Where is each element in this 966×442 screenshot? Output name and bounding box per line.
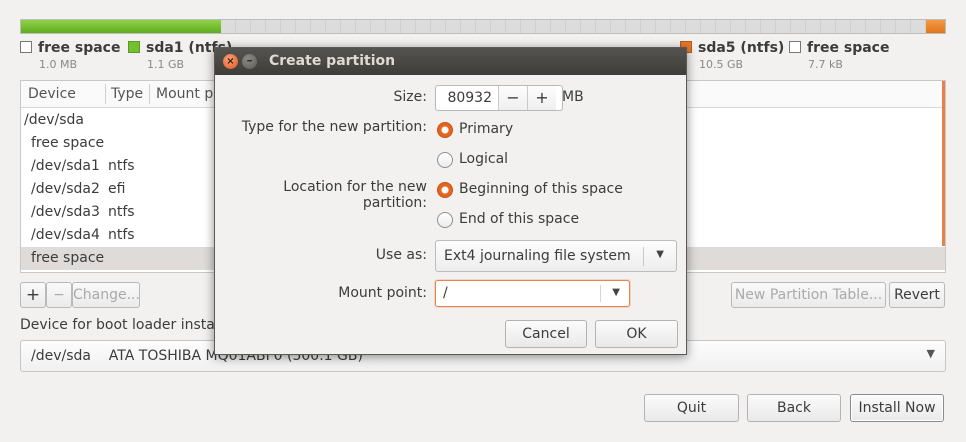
size-spinbutton[interactable]: 80932 − + (435, 85, 563, 111)
logical-label[interactable]: Logical (459, 151, 508, 167)
legend-size: 10.5 GB (699, 58, 744, 71)
change-partition-button[interactable]: Change... (72, 282, 140, 308)
chevron-down-icon: ▼ (656, 249, 664, 260)
dialog-title: Create partition (269, 53, 396, 69)
row-device: /dev/sda (24, 112, 84, 128)
decrease-size-button[interactable]: − (498, 86, 527, 110)
column-header-device[interactable]: Device (28, 86, 76, 102)
add-partition-button[interactable]: + (20, 282, 46, 308)
partition-segment-free (221, 20, 926, 33)
combo-separator (643, 247, 644, 266)
size-unit: MB (562, 89, 584, 105)
partition-bar (20, 19, 946, 34)
legend-swatch (128, 41, 140, 53)
row-device: /dev/sda4 (31, 227, 100, 243)
minimize-icon[interactable]: – (242, 54, 257, 69)
chevron-down-icon: ▼ (926, 347, 935, 360)
size-label: Size: (393, 89, 427, 105)
remove-partition-button[interactable]: − (46, 282, 72, 308)
back-button[interactable]: Back (747, 394, 841, 422)
row-device: /dev/sda3 (31, 204, 100, 220)
row-type: ntfs (108, 227, 135, 243)
row-type: efi (108, 181, 126, 197)
row-type: ntfs (108, 204, 135, 220)
beginning-label[interactable]: Beginning of this space (459, 181, 623, 197)
legend-item: free space 1.0 MB (20, 40, 120, 71)
create-partition-dialog: × – Create partition Size: 80932 − + MB … (214, 47, 687, 355)
legend-swatch (789, 41, 801, 53)
legend-name: sda5 (ntfs) (698, 40, 785, 56)
revert-button[interactable]: Revert (889, 282, 945, 308)
legend-name: free space (807, 40, 890, 56)
column-divider (105, 84, 106, 104)
legend-swatch (20, 41, 32, 53)
use-as-select[interactable]: Ext4 journaling file system ▼ (435, 240, 677, 272)
row-device: /dev/sda2 (31, 181, 100, 197)
logical-radio[interactable] (437, 152, 453, 168)
legend-size: 7.7 kB (808, 58, 843, 71)
primary-radio[interactable] (437, 122, 453, 138)
primary-label[interactable]: Primary (459, 121, 513, 137)
row-device: /dev/sda1 (31, 158, 100, 174)
chevron-down-icon[interactable]: ▼ (612, 287, 620, 298)
mount-point-input[interactable]: / (443, 285, 448, 301)
row-device: free space (31, 135, 105, 151)
type-label: Type for the new partition: (241, 119, 427, 135)
legend-item: sda5 (ntfs) 10.5 GB (680, 40, 784, 71)
dialog-titlebar: × – Create partition (215, 48, 686, 75)
row-device: free space (31, 250, 105, 266)
legend-item: free space 7.7 kB (789, 40, 889, 71)
end-radio[interactable] (437, 212, 453, 228)
cancel-button[interactable]: Cancel (505, 320, 587, 348)
ok-button[interactable]: OK (595, 320, 678, 348)
beginning-radio[interactable] (437, 182, 453, 198)
quit-button[interactable]: Quit (644, 394, 739, 422)
close-icon[interactable]: × (223, 54, 238, 69)
size-input[interactable]: 80932 (436, 86, 498, 110)
install-now-button[interactable]: Install Now (850, 394, 944, 422)
new-partition-table-button[interactable]: New Partition Table... (731, 282, 886, 308)
partition-segment-sda1 (21, 20, 221, 33)
end-label[interactable]: End of this space (459, 211, 579, 227)
partition-segment-sda5 (926, 20, 945, 33)
legend-name: free space (38, 40, 121, 56)
mount-point-label: Mount point: (338, 285, 427, 301)
column-divider (149, 84, 150, 104)
location-label: Location for the new partition: (283, 179, 427, 211)
use-as-value: Ext4 journaling file system (444, 248, 631, 264)
scroll-indicator (942, 81, 945, 246)
use-as-label: Use as: (375, 247, 427, 263)
row-type: ntfs (108, 158, 135, 174)
mount-point-combo[interactable]: / ▼ (435, 280, 630, 307)
increase-size-button[interactable]: + (527, 86, 556, 110)
legend-size: 1.0 MB (39, 58, 78, 71)
combo-separator (600, 285, 601, 302)
column-header-type[interactable]: Type (111, 86, 143, 102)
